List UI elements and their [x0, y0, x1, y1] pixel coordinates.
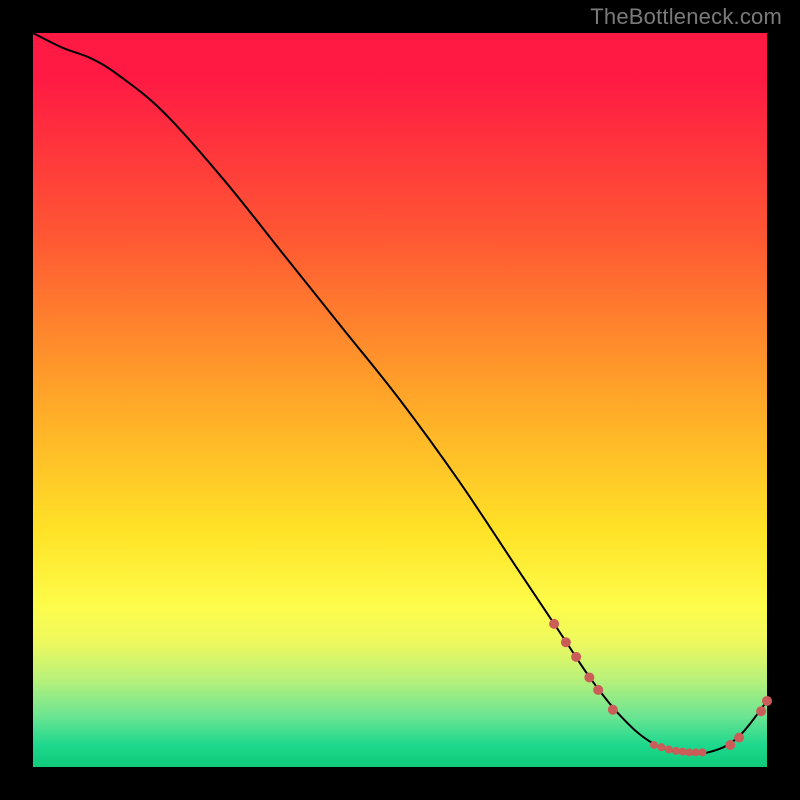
chart-stage: TheBottleneck.com: [0, 0, 800, 800]
data-point-marker: [571, 652, 581, 662]
data-point-marker: [698, 748, 706, 756]
data-point-marker: [665, 745, 673, 753]
bottleneck-curve: [33, 33, 767, 754]
data-point-marker: [650, 741, 658, 749]
watermark-text: TheBottleneck.com: [590, 4, 782, 30]
data-point-marker: [762, 696, 772, 706]
data-point-marker: [734, 733, 744, 743]
data-point-marker: [756, 706, 766, 716]
marker-group: [549, 619, 772, 756]
data-point-marker: [549, 619, 559, 629]
data-point-marker: [561, 637, 571, 647]
data-point-marker: [725, 740, 735, 750]
data-point-marker: [608, 705, 618, 715]
curve-layer: [33, 33, 767, 767]
data-point-marker: [593, 685, 603, 695]
data-point-marker: [657, 743, 665, 751]
plot-area: [33, 33, 767, 767]
data-point-marker: [584, 672, 594, 682]
